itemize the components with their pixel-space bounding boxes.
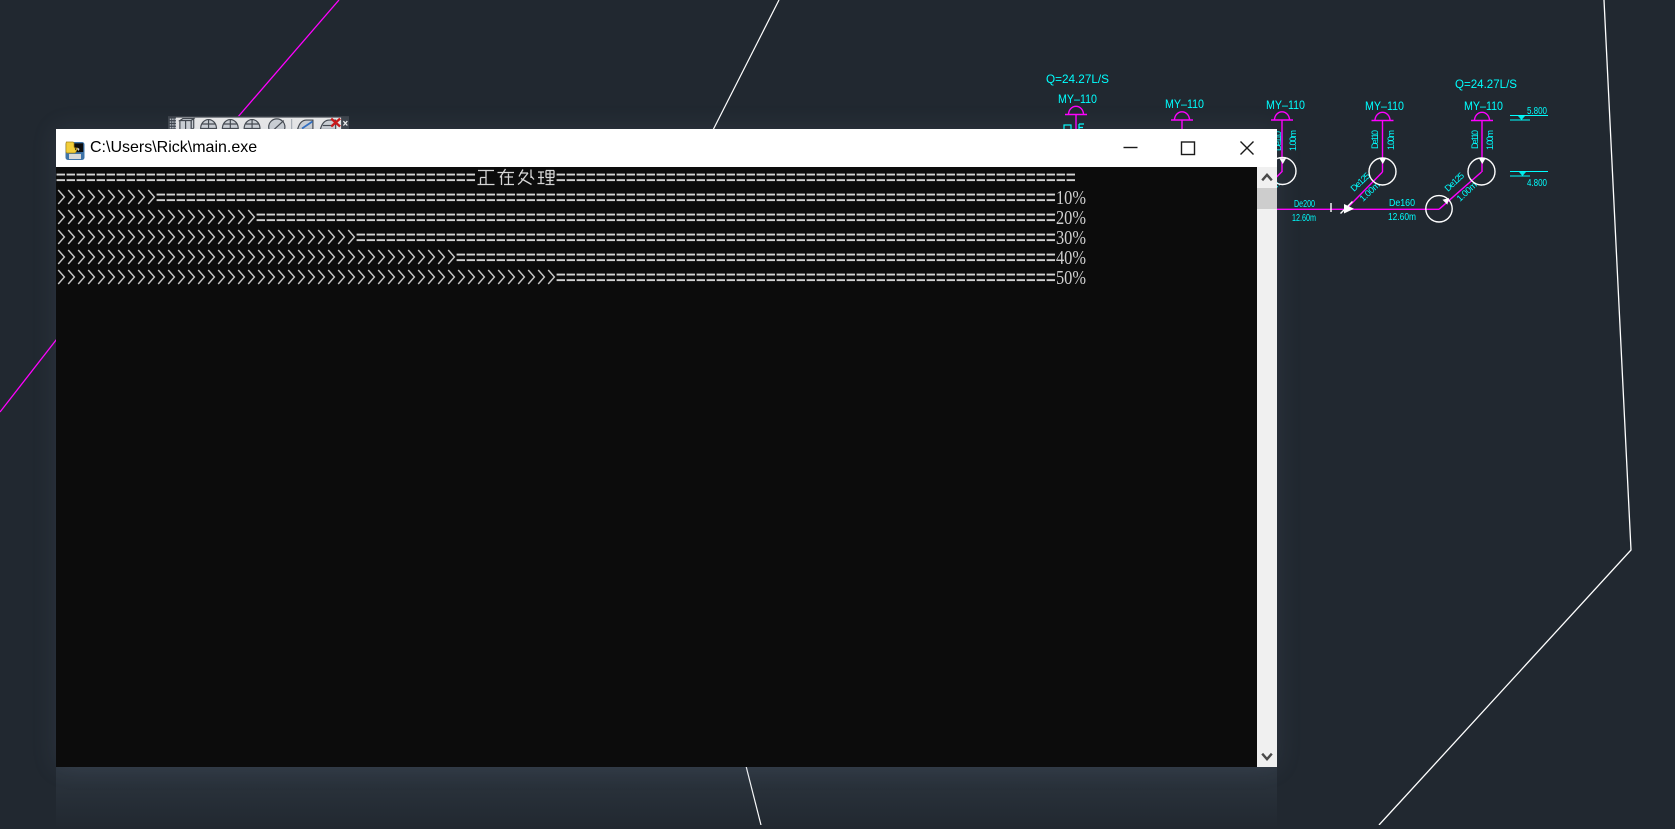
svg-text:MY–110: MY–110 — [1464, 99, 1503, 113]
svg-text:40%: 40% — [1056, 247, 1086, 269]
svg-text:4.800: 4.800 — [1527, 178, 1547, 189]
svg-text:Q=24.27L/S: Q=24.27L/S — [1455, 77, 1517, 91]
svg-text:12.60m: 12.60m — [1388, 212, 1416, 223]
svg-text:MY–110: MY–110 — [1165, 97, 1204, 111]
svg-text:1.00m: 1.00m — [1288, 130, 1298, 151]
svg-text:MY–110: MY–110 — [1058, 92, 1097, 106]
svg-text:De110: De110 — [1370, 130, 1380, 149]
svg-text:20%: 20% — [1056, 207, 1086, 229]
svg-text:1.00m: 1.00m — [1386, 130, 1396, 150]
svg-text:De200: De200 — [1294, 199, 1315, 210]
svg-text:12.60m: 12.60m — [1292, 213, 1316, 224]
svg-text:MY–110: MY–110 — [1365, 99, 1404, 113]
svg-text:30%: 30% — [1056, 227, 1086, 249]
svg-text:1.00m: 1.00m — [1485, 130, 1495, 150]
svg-text:MY–110: MY–110 — [1266, 98, 1305, 112]
svg-text:De160: De160 — [1389, 198, 1415, 209]
svg-text:10%: 10% — [1056, 187, 1086, 209]
svg-text:Q=24.27L/S: Q=24.27L/S — [1046, 72, 1109, 86]
svg-text:50%: 50% — [1056, 267, 1086, 289]
svg-text:De110: De110 — [1470, 130, 1480, 149]
